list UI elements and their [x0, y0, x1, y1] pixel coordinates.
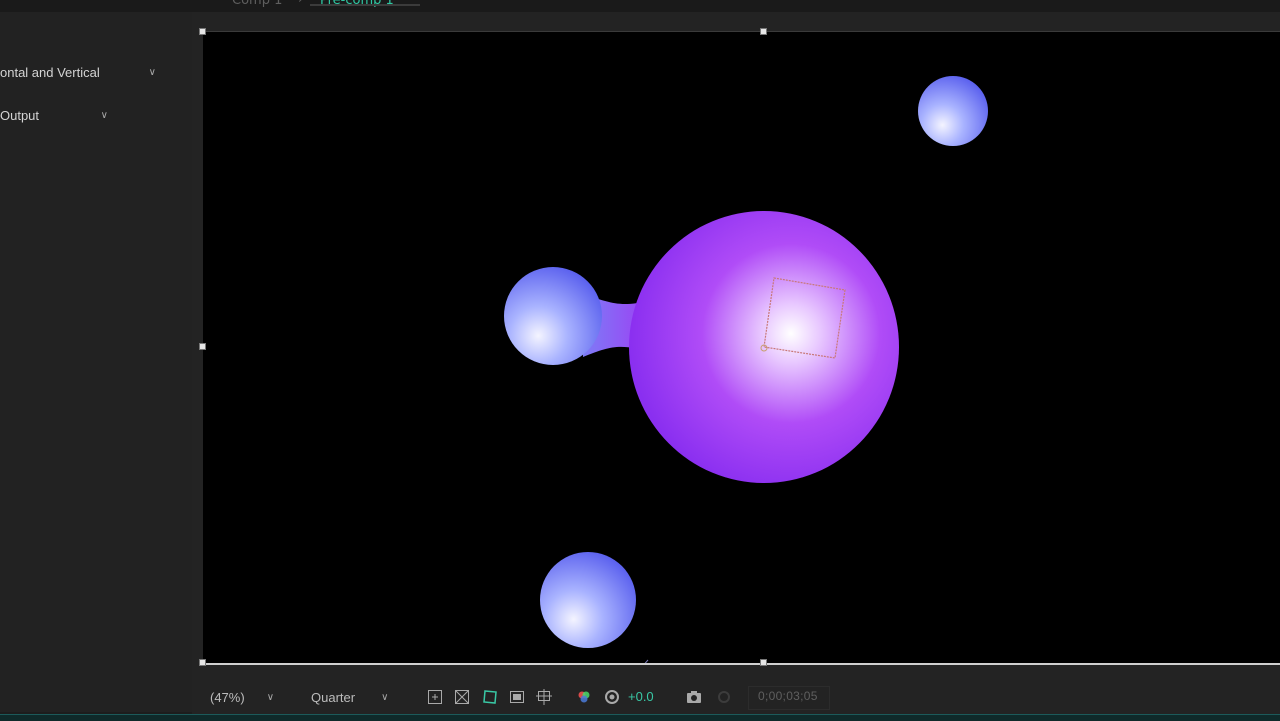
- breadcrumb: Comp 1 › Pre-comp 1: [0, 0, 1280, 12]
- current-time-display: 0;00;03;05: [758, 689, 818, 703]
- breadcrumb-underline: [310, 4, 420, 6]
- dimensions-dropdown[interactable]: ontal and Vertical ∨: [0, 61, 160, 83]
- region-of-interest-icon[interactable]: [536, 689, 552, 705]
- resolution-dropdown[interactable]: Quarter ∨: [311, 690, 392, 705]
- chevron-down-icon: ∨: [148, 66, 156, 78]
- canvas-artwork: [504, 76, 988, 664]
- transform-handle-bottom-left[interactable]: [199, 659, 206, 666]
- merging-blob: [504, 267, 602, 365]
- show-snapshot-icon[interactable]: [716, 689, 732, 705]
- breadcrumb-separator: ›: [298, 0, 303, 7]
- transform-handle-top-left[interactable]: [199, 28, 206, 35]
- color-channel-icon[interactable]: [576, 689, 592, 705]
- exposure-value[interactable]: +0.0: [628, 689, 654, 704]
- transparency-grid-icon[interactable]: [509, 689, 525, 705]
- resolution-value: Quarter: [311, 689, 356, 705]
- transform-handle-top-center[interactable]: [760, 28, 767, 35]
- magnification-value: (47%): [210, 689, 245, 705]
- grid-icon[interactable]: [454, 689, 470, 705]
- canvas-top-edge: [203, 31, 1280, 32]
- main-blob: [629, 211, 899, 483]
- effect-controls-panel: ontal and Vertical ∨ Output ∨: [0, 12, 193, 712]
- dimensions-value: ontal and Vertical: [0, 64, 100, 80]
- breadcrumb-comp-1[interactable]: Comp 1: [232, 0, 282, 8]
- output-dropdown[interactable]: Output ∨: [0, 104, 112, 126]
- top-right-blob: [918, 76, 988, 146]
- bottom-blob: [540, 552, 636, 648]
- fit-icon[interactable]: [427, 689, 443, 705]
- chevron-down-icon: ∨: [381, 691, 389, 703]
- transform-handle-bottom-center[interactable]: [760, 659, 767, 666]
- chevron-down-icon: ∨: [266, 691, 275, 703]
- viewer-toolbar: (47%) ∨ Quarter ∨ +0.0 0;00;03;05: [192, 680, 1280, 714]
- canvas-bottom-edge: [203, 663, 1280, 665]
- magnification-dropdown[interactable]: (47%) ∨: [210, 690, 278, 705]
- exposure-icon[interactable]: [604, 689, 620, 705]
- chevron-down-icon: ∨: [100, 109, 108, 121]
- camera-icon[interactable]: [686, 689, 702, 705]
- mask-visibility-icon[interactable]: [482, 689, 498, 705]
- transform-handle-middle-left[interactable]: [199, 343, 206, 350]
- composition-canvas[interactable]: [203, 32, 1280, 664]
- output-value: Output: [0, 107, 40, 123]
